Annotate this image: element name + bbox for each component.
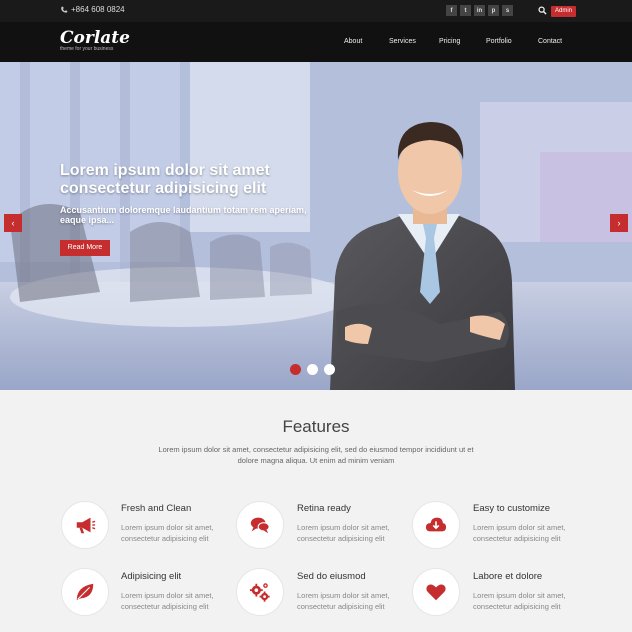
- nav-services[interactable]: Services: [389, 38, 416, 45]
- phone-contact: +864 608 0824: [60, 5, 125, 14]
- feature-text: Lorem ipsum dolor sit amet, consectetur …: [297, 591, 390, 611]
- feature-title: Sed do eiusmod: [297, 571, 366, 582]
- feature-title: Easy to customize: [473, 503, 551, 514]
- feature-text: Lorem ipsum dolor sit amet, consectetur …: [121, 591, 214, 611]
- cloud-download-icon: [412, 501, 460, 549]
- search-icon[interactable]: [538, 6, 547, 15]
- feature-title: Labore et dolore: [473, 571, 543, 582]
- feature-text: Lorem ipsum dolor sit amet, consectetur …: [121, 523, 214, 543]
- hero-slider: Lorem ipsum dolor sit amet consectetur a…: [0, 62, 632, 390]
- social-links: f t in p s: [446, 5, 513, 16]
- admin-button[interactable]: Admin: [551, 6, 577, 17]
- top-bar: +864 608 0824 f t in p s Admin: [0, 0, 632, 22]
- twitter-icon[interactable]: t: [460, 5, 471, 16]
- heart-icon: [412, 568, 460, 616]
- slider-dot[interactable]: [324, 364, 335, 375]
- hero-background-image: [0, 62, 632, 390]
- features-description: Lorem ipsum dolor sit amet, consectetur …: [158, 445, 474, 465]
- feature-text: Lorem ipsum dolor sit amet, consectetur …: [473, 591, 566, 611]
- hero-subtitle: Accusantium doloremque laudantium totam …: [60, 205, 307, 225]
- megaphone-icon: [61, 501, 109, 549]
- feature-text: Lorem ipsum dolor sit amet, consectetur …: [297, 523, 390, 543]
- facebook-icon[interactable]: f: [446, 5, 457, 16]
- nav-portfolio[interactable]: Portfolio: [486, 38, 512, 45]
- site-logo[interactable]: Corlate: [60, 28, 130, 48]
- feature-title: Adipisicing elit: [121, 571, 182, 582]
- feature-text: Lorem ipsum dolor sit amet, consectetur …: [473, 523, 566, 543]
- nav-about[interactable]: About: [344, 38, 362, 45]
- hero-title: Lorem ipsum dolor sit amet consectetur a…: [60, 162, 270, 197]
- skype-icon[interactable]: s: [502, 5, 513, 16]
- phone-icon: [61, 6, 68, 13]
- feature-title: Retina ready: [297, 503, 351, 514]
- pinterest-icon[interactable]: p: [488, 5, 499, 16]
- slider-prev-arrow-icon[interactable]: ‹: [4, 214, 22, 232]
- feature-title: Fresh and Clean: [121, 503, 192, 514]
- leaf-icon: [61, 568, 109, 616]
- gears-icon: [236, 568, 284, 616]
- linkedin-icon[interactable]: in: [474, 5, 485, 16]
- slider-dot-active[interactable]: [290, 364, 301, 375]
- slider-dot[interactable]: [307, 364, 318, 375]
- slider-next-arrow-icon[interactable]: ›: [610, 214, 628, 232]
- read-more-button[interactable]: Read More: [60, 240, 110, 256]
- features-title: Features: [282, 417, 350, 436]
- nav-contact[interactable]: Contact: [538, 38, 562, 45]
- site-tagline: theme for your business: [60, 46, 114, 52]
- phone-number: +864 608 0824: [71, 5, 125, 14]
- nav-pricing[interactable]: Pricing: [439, 38, 460, 45]
- main-navbar: Corlate theme for your business About Se…: [0, 22, 632, 62]
- chat-icon: [236, 501, 284, 549]
